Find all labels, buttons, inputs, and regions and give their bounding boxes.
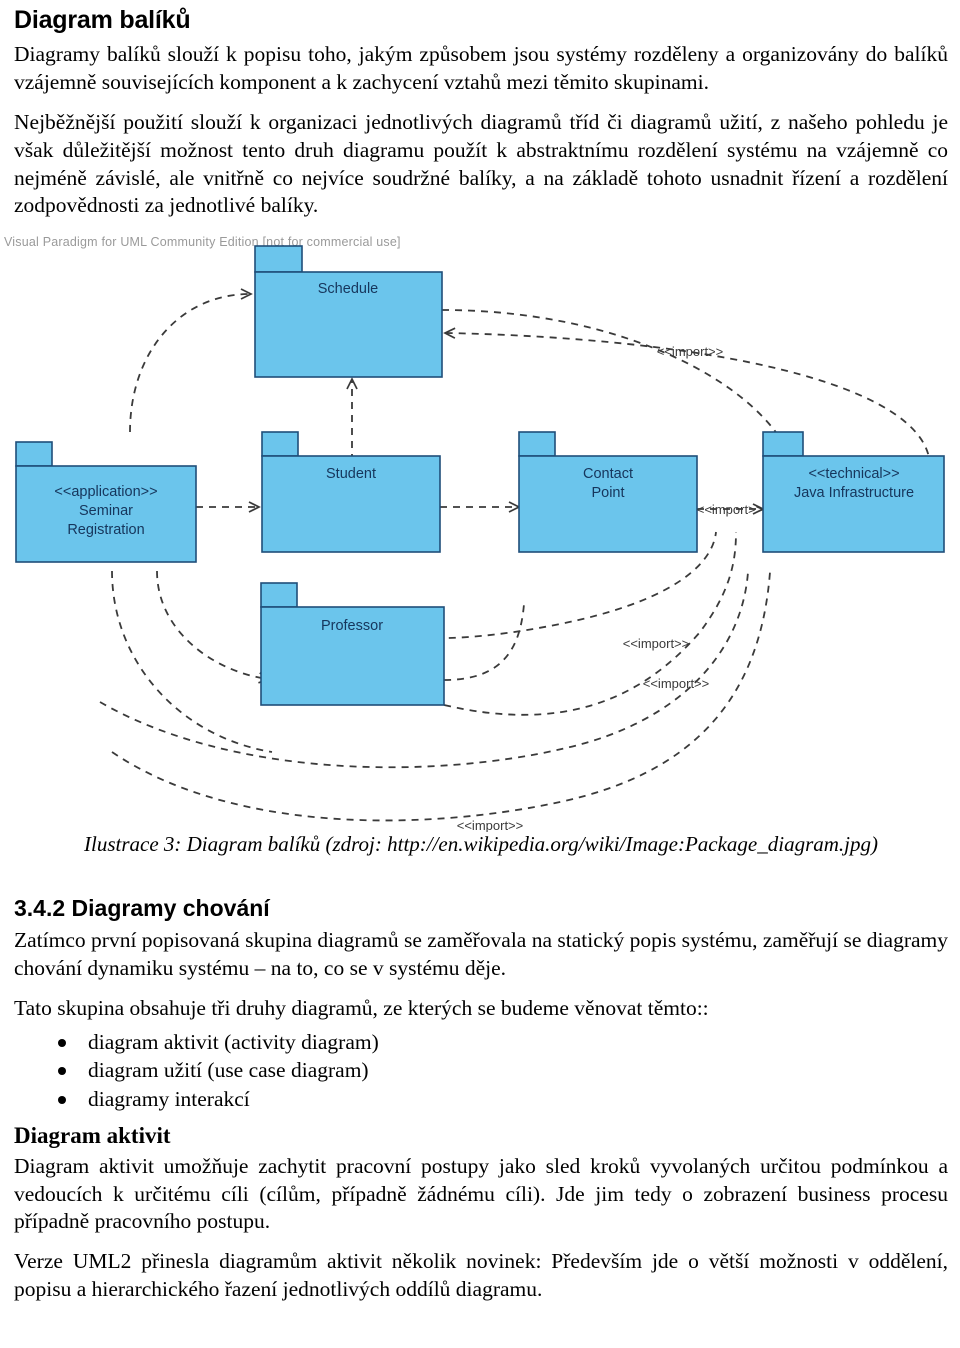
document-content: Diagram balíků Diagramy balíků slouží k … bbox=[0, 6, 960, 1316]
figure-watermark: Visual Paradigm for UML Community Editio… bbox=[4, 235, 401, 249]
diagram-types-list: diagram aktivit (activity diagram) diagr… bbox=[14, 1029, 948, 1114]
import-label-bottom: <<import>> bbox=[457, 818, 524, 832]
bullet-icon bbox=[58, 1095, 66, 1104]
package-schedule-label: Schedule bbox=[318, 281, 378, 297]
bullet-icon bbox=[58, 1038, 66, 1047]
list-item: diagram užití (use case diagram) bbox=[54, 1057, 948, 1085]
paragraph-behavior-1: Zatímco první popisovaná skupina diagram… bbox=[14, 927, 948, 980]
list-item-label: diagram aktivit (activity diagram) bbox=[88, 1029, 379, 1054]
paragraph-intro-1: Diagramy balíků slouží k popisu toho, ja… bbox=[14, 41, 948, 94]
list-item-label: diagram užití (use case diagram) bbox=[88, 1058, 369, 1083]
uml-package-diagram: Visual Paradigm for UML Community Editio… bbox=[0, 232, 960, 833]
import-label-top-right: <<import>> bbox=[657, 344, 724, 359]
paragraph-activity-2: Verze UML2 přinesla diagramům aktivit ně… bbox=[14, 1249, 948, 1302]
package-student-label: Student bbox=[326, 466, 376, 482]
paragraph-activity-1: Diagram aktivit umožňuje zachytit pracov… bbox=[14, 1153, 948, 1234]
figure-caption: Ilustrace 3: Diagram balíků (zdroj: http… bbox=[84, 832, 878, 857]
package-professor-label: Professor bbox=[321, 618, 383, 634]
section-heading-behavior-diagrams: 3.4.2 Diagramy chování bbox=[14, 895, 270, 922]
package-contact-label-2: Point bbox=[591, 485, 624, 501]
subsection-heading-activity-diagram: Diagram aktivit bbox=[14, 1123, 171, 1149]
package-seminar-label-1: Seminar bbox=[79, 503, 133, 519]
package-seminar-stereotype: <<application>> bbox=[54, 484, 157, 500]
package-seminar-label-2: Registration bbox=[67, 522, 144, 538]
import-label-mid-2: <<import>> bbox=[643, 676, 710, 691]
page-title: Diagram balíků bbox=[14, 6, 191, 34]
import-label-mid-1: <<import>> bbox=[623, 636, 690, 651]
package-contact-label-1: Contact bbox=[583, 466, 633, 482]
import-label-contact-java: <<import>> bbox=[697, 502, 764, 517]
document-page: Diagram balíků Diagramy balíků slouží k … bbox=[0, 0, 960, 1348]
package-java-stereotype: <<technical>> bbox=[808, 466, 899, 482]
paragraph-intro-2: Nejběžnější použití slouží k organizaci … bbox=[14, 109, 948, 218]
list-item: diagram aktivit (activity diagram) bbox=[54, 1029, 948, 1057]
package-diagram-figure: Visual Paradigm for UML Community Editio… bbox=[0, 232, 960, 833]
list-item-label: diagramy interakcí bbox=[88, 1086, 250, 1111]
bullet-icon bbox=[58, 1067, 66, 1076]
paragraph-behavior-2: Tato skupina obsahuje tři druhy diagramů… bbox=[14, 995, 709, 1020]
package-java-label: Java Infrastructure bbox=[794, 485, 914, 501]
list-item: diagramy interakcí bbox=[54, 1086, 948, 1114]
